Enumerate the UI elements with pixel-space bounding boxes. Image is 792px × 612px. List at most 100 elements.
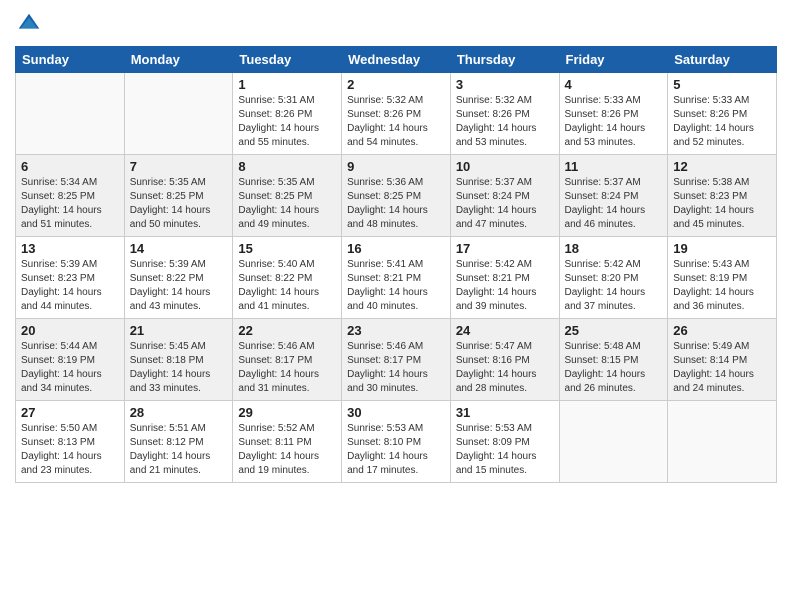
calendar-body: 1 Sunrise: 5:31 AMSunset: 8:26 PMDaylight… bbox=[16, 73, 777, 483]
calendar-cell: 3 Sunrise: 5:32 AMSunset: 8:26 PMDaylight… bbox=[450, 73, 559, 155]
calendar-cell: 23Sunrise: 5:46 AMSunset: 8:17 PMDayligh… bbox=[342, 319, 451, 401]
cell-info: Sunrise: 5:46 AMSunset: 8:17 PMDaylight:… bbox=[238, 340, 336, 396]
cell-info: Sunrise: 5:45 AMSunset: 8:18 PMDaylight:… bbox=[130, 340, 228, 396]
day-number: 27 bbox=[21, 405, 119, 420]
day-number: 4 bbox=[565, 77, 663, 92]
calendar-cell bbox=[559, 401, 668, 483]
calendar-cell: 6 Sunrise: 5:34 AMSunset: 8:25 PMDaylight… bbox=[16, 155, 125, 237]
calendar-cell: 21 Sunrise: 5:45 AMSunset: 8:18 PMDayligh… bbox=[124, 319, 233, 401]
calendar-cell: 14 Sunrise: 5:39 AMSunset: 8:22 PMDayligh… bbox=[124, 237, 233, 319]
cell-info: Sunrise: 5:35 AMSunset: 8:25 PMDaylight:… bbox=[130, 176, 228, 232]
calendar-week-row: 13Sunrise: 5:39 AMSunset: 8:23 PMDayligh… bbox=[16, 237, 777, 319]
weekday-header: Wednesday bbox=[342, 47, 451, 73]
calendar-cell bbox=[16, 73, 125, 155]
day-number: 7 bbox=[130, 159, 228, 174]
day-number: 12 bbox=[673, 159, 771, 174]
day-number: 21 bbox=[130, 323, 228, 338]
calendar-week-row: 20Sunrise: 5:44 AMSunset: 8:19 PMDayligh… bbox=[16, 319, 777, 401]
calendar-week-row: 27 Sunrise: 5:50 AMSunset: 8:13 PMDayligh… bbox=[16, 401, 777, 483]
cell-info: Sunrise: 5:51 AMSunset: 8:12 PMDaylight:… bbox=[130, 422, 228, 478]
calendar-cell: 20Sunrise: 5:44 AMSunset: 8:19 PMDayligh… bbox=[16, 319, 125, 401]
calendar-cell: 16 Sunrise: 5:41 AMSunset: 8:21 PMDayligh… bbox=[342, 237, 451, 319]
day-number: 28 bbox=[130, 405, 228, 420]
cell-info: Sunrise: 5:35 AMSunset: 8:25 PMDaylight:… bbox=[238, 176, 336, 232]
day-number: 8 bbox=[238, 159, 336, 174]
day-number: 17 bbox=[456, 241, 554, 256]
cell-info: Sunrise: 5:53 AMSunset: 8:10 PMDaylight:… bbox=[347, 422, 445, 478]
calendar-cell: 12 Sunrise: 5:38 AMSunset: 8:23 PMDayligh… bbox=[668, 155, 777, 237]
calendar-week-row: 1 Sunrise: 5:31 AMSunset: 8:26 PMDaylight… bbox=[16, 73, 777, 155]
day-number: 14 bbox=[130, 241, 228, 256]
day-number: 30 bbox=[347, 405, 445, 420]
cell-info: Sunrise: 5:32 AMSunset: 8:26 PMDaylight:… bbox=[347, 94, 445, 150]
weekday-header: Monday bbox=[124, 47, 233, 73]
day-number: 5 bbox=[673, 77, 771, 92]
day-number: 3 bbox=[456, 77, 554, 92]
day-number: 10 bbox=[456, 159, 554, 174]
calendar-cell: 30 Sunrise: 5:53 AMSunset: 8:10 PMDayligh… bbox=[342, 401, 451, 483]
day-number: 22 bbox=[238, 323, 336, 338]
cell-info: Sunrise: 5:33 AMSunset: 8:26 PMDaylight:… bbox=[565, 94, 663, 150]
calendar-cell: 28 Sunrise: 5:51 AMSunset: 8:12 PMDayligh… bbox=[124, 401, 233, 483]
cell-info: Sunrise: 5:50 AMSunset: 8:13 PMDaylight:… bbox=[21, 422, 119, 478]
cell-info: Sunrise: 5:53 AMSunset: 8:09 PMDaylight:… bbox=[456, 422, 554, 478]
day-number: 11 bbox=[565, 159, 663, 174]
cell-info: Sunrise: 5:42 AMSunset: 8:21 PMDaylight:… bbox=[456, 258, 554, 314]
calendar-cell bbox=[124, 73, 233, 155]
cell-info: Sunrise: 5:33 AMSunset: 8:26 PMDaylight:… bbox=[673, 94, 771, 150]
day-number: 25 bbox=[565, 323, 663, 338]
day-number: 26 bbox=[673, 323, 771, 338]
weekday-header: Saturday bbox=[668, 47, 777, 73]
cell-info: Sunrise: 5:48 AMSunset: 8:15 PMDaylight:… bbox=[565, 340, 663, 396]
cell-info: Sunrise: 5:40 AMSunset: 8:22 PMDaylight:… bbox=[238, 258, 336, 314]
day-number: 6 bbox=[21, 159, 119, 174]
calendar-cell: 2 Sunrise: 5:32 AMSunset: 8:26 PMDaylight… bbox=[342, 73, 451, 155]
calendar-cell: 27 Sunrise: 5:50 AMSunset: 8:13 PMDayligh… bbox=[16, 401, 125, 483]
calendar-cell: 1 Sunrise: 5:31 AMSunset: 8:26 PMDaylight… bbox=[233, 73, 342, 155]
calendar-cell: 29Sunrise: 5:52 AMSunset: 8:11 PMDayligh… bbox=[233, 401, 342, 483]
calendar-cell: 15Sunrise: 5:40 AMSunset: 8:22 PMDayligh… bbox=[233, 237, 342, 319]
calendar-cell: 10Sunrise: 5:37 AMSunset: 8:24 PMDayligh… bbox=[450, 155, 559, 237]
cell-info: Sunrise: 5:44 AMSunset: 8:19 PMDaylight:… bbox=[21, 340, 119, 396]
logo bbox=[15, 10, 47, 38]
weekday-header: Friday bbox=[559, 47, 668, 73]
calendar-cell: 17 Sunrise: 5:42 AMSunset: 8:21 PMDayligh… bbox=[450, 237, 559, 319]
cell-info: Sunrise: 5:37 AMSunset: 8:24 PMDaylight:… bbox=[565, 176, 663, 232]
calendar-cell: 4 Sunrise: 5:33 AMSunset: 8:26 PMDaylight… bbox=[559, 73, 668, 155]
calendar-cell: 13Sunrise: 5:39 AMSunset: 8:23 PMDayligh… bbox=[16, 237, 125, 319]
cell-info: Sunrise: 5:36 AMSunset: 8:25 PMDaylight:… bbox=[347, 176, 445, 232]
weekday-header: Tuesday bbox=[233, 47, 342, 73]
cell-info: Sunrise: 5:42 AMSunset: 8:20 PMDaylight:… bbox=[565, 258, 663, 314]
day-number: 1 bbox=[238, 77, 336, 92]
cell-info: Sunrise: 5:31 AMSunset: 8:26 PMDaylight:… bbox=[238, 94, 336, 150]
calendar-cell: 26 Sunrise: 5:49 AMSunset: 8:14 PMDayligh… bbox=[668, 319, 777, 401]
calendar-week-row: 6 Sunrise: 5:34 AMSunset: 8:25 PMDaylight… bbox=[16, 155, 777, 237]
day-number: 23 bbox=[347, 323, 445, 338]
header bbox=[15, 10, 777, 38]
calendar-cell: 8 Sunrise: 5:35 AMSunset: 8:25 PMDaylight… bbox=[233, 155, 342, 237]
day-number: 9 bbox=[347, 159, 445, 174]
cell-info: Sunrise: 5:38 AMSunset: 8:23 PMDaylight:… bbox=[673, 176, 771, 232]
cell-info: Sunrise: 5:49 AMSunset: 8:14 PMDaylight:… bbox=[673, 340, 771, 396]
calendar-cell: 9 Sunrise: 5:36 AMSunset: 8:25 PMDaylight… bbox=[342, 155, 451, 237]
calendar-cell: 5 Sunrise: 5:33 AMSunset: 8:26 PMDaylight… bbox=[668, 73, 777, 155]
day-number: 2 bbox=[347, 77, 445, 92]
cell-info: Sunrise: 5:39 AMSunset: 8:22 PMDaylight:… bbox=[130, 258, 228, 314]
cell-info: Sunrise: 5:47 AMSunset: 8:16 PMDaylight:… bbox=[456, 340, 554, 396]
weekday-header: Sunday bbox=[16, 47, 125, 73]
day-number: 18 bbox=[565, 241, 663, 256]
calendar: SundayMondayTuesdayWednesdayThursdayFrid… bbox=[15, 46, 777, 483]
calendar-cell: 22 Sunrise: 5:46 AMSunset: 8:17 PMDayligh… bbox=[233, 319, 342, 401]
day-number: 19 bbox=[673, 241, 771, 256]
cell-info: Sunrise: 5:32 AMSunset: 8:26 PMDaylight:… bbox=[456, 94, 554, 150]
day-number: 16 bbox=[347, 241, 445, 256]
day-number: 24 bbox=[456, 323, 554, 338]
calendar-cell: 11 Sunrise: 5:37 AMSunset: 8:24 PMDayligh… bbox=[559, 155, 668, 237]
calendar-cell bbox=[668, 401, 777, 483]
cell-info: Sunrise: 5:34 AMSunset: 8:25 PMDaylight:… bbox=[21, 176, 119, 232]
cell-info: Sunrise: 5:43 AMSunset: 8:19 PMDaylight:… bbox=[673, 258, 771, 314]
cell-info: Sunrise: 5:41 AMSunset: 8:21 PMDaylight:… bbox=[347, 258, 445, 314]
calendar-cell: 31Sunrise: 5:53 AMSunset: 8:09 PMDayligh… bbox=[450, 401, 559, 483]
cell-info: Sunrise: 5:39 AMSunset: 8:23 PMDaylight:… bbox=[21, 258, 119, 314]
calendar-cell: 25 Sunrise: 5:48 AMSunset: 8:15 PMDayligh… bbox=[559, 319, 668, 401]
